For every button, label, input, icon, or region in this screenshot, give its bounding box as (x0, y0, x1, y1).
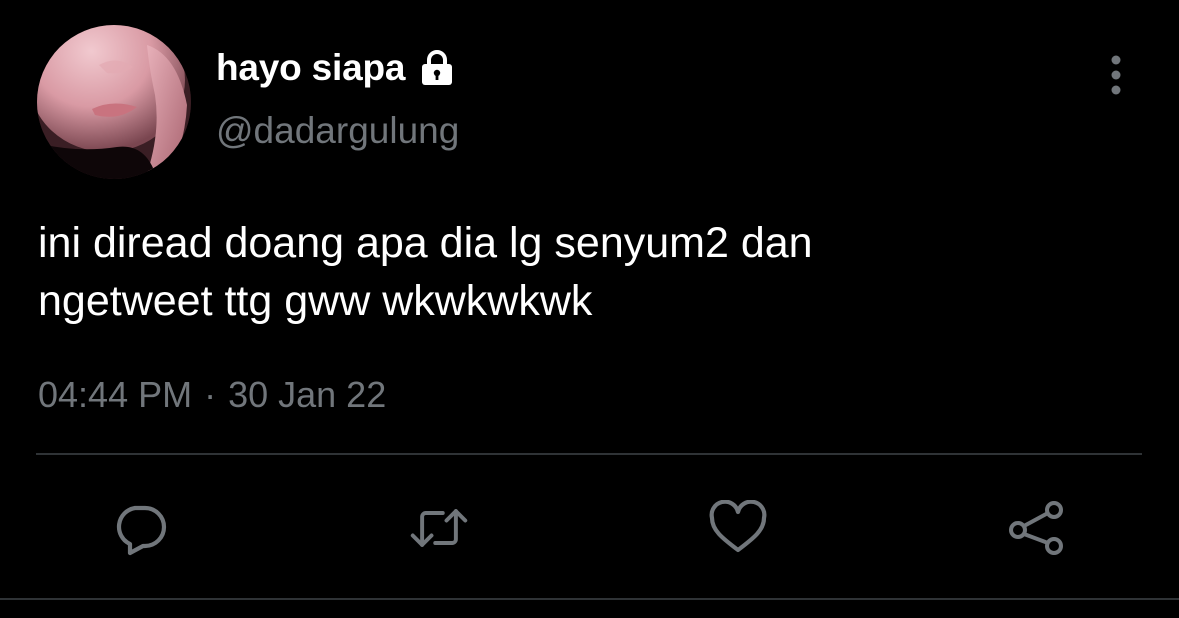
display-name[interactable]: hayo siapa (216, 47, 405, 89)
retweet-icon (410, 509, 468, 547)
avatar[interactable] (37, 25, 191, 179)
like-button[interactable] (708, 498, 768, 558)
share-button[interactable] (1006, 498, 1066, 558)
heart-icon (709, 500, 767, 553)
tweet-time[interactable]: 04:44 PM (38, 374, 192, 416)
tweet-text: ini diread doang apa dia lg senyum2 dan … (38, 219, 813, 325)
user-handle[interactable]: @dadargulung (216, 110, 459, 152)
avatar-image (37, 25, 191, 179)
retweet-button[interactable] (409, 498, 469, 558)
more-options-button[interactable] (1096, 50, 1136, 100)
lock-icon (417, 48, 457, 88)
more-vertical-icon (1111, 55, 1121, 95)
display-name-row: hayo siapa (216, 44, 457, 92)
tweet-date[interactable]: 30 Jan 22 (228, 374, 386, 416)
reply-button[interactable] (111, 498, 171, 558)
meta-separator: · (204, 374, 217, 415)
reply-icon (116, 505, 167, 556)
divider (36, 453, 1142, 455)
share-icon (1009, 501, 1063, 555)
bottom-divider (0, 598, 1179, 600)
tweet-detail: hayo siapa @dadargulung ini diread doang… (0, 0, 1179, 618)
tweet-meta: 04:44 PM · 30 Jan 22 (38, 374, 386, 416)
